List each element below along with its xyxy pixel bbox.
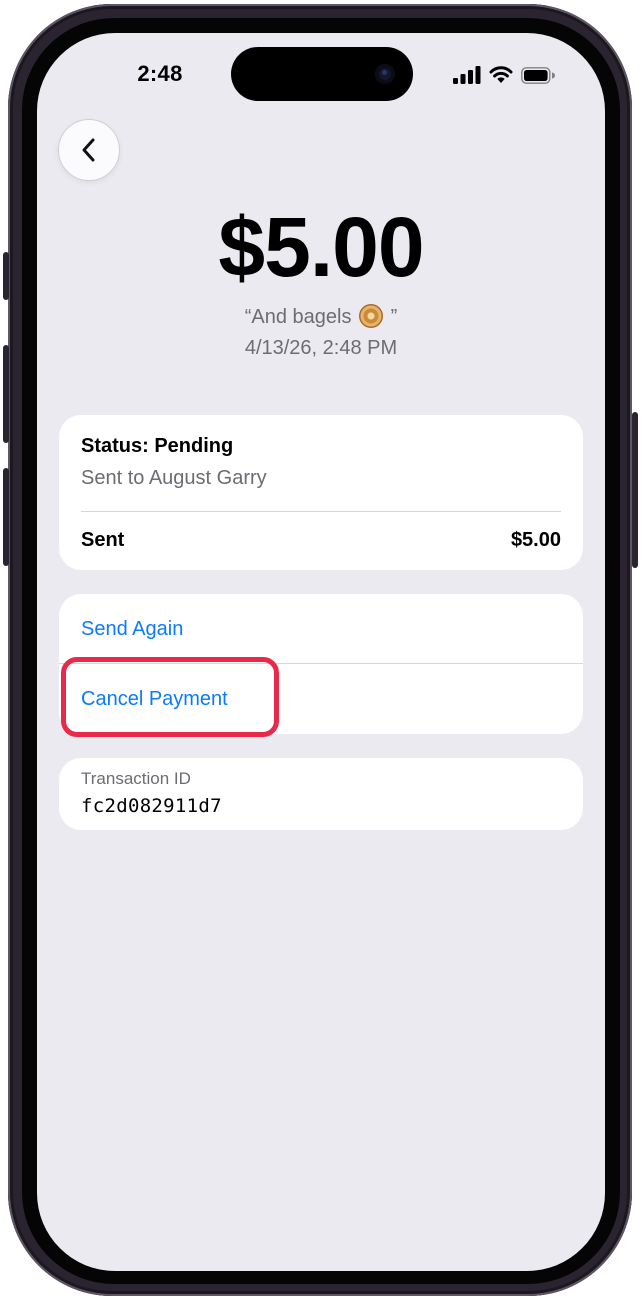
memo-text: “And bagels	[244, 306, 352, 328]
back-button[interactable]	[58, 119, 120, 181]
battery-icon	[521, 66, 555, 84]
chevron-left-icon	[82, 138, 95, 162]
status-title: Status: Pending	[81, 435, 234, 457]
wifi-icon	[489, 66, 513, 83]
status-icons	[453, 66, 555, 84]
front-camera	[375, 64, 395, 84]
memo-close-quote: ”	[390, 306, 398, 328]
power-button	[632, 412, 638, 568]
volume-up-button	[3, 345, 9, 443]
payment-date: 4/13/26, 2:48 PM	[244, 337, 398, 359]
status-time: 2:48	[137, 61, 183, 86]
screen: 2:48 $5.00 “And bagels ” 4/13/26, 2:48 P…	[37, 33, 605, 1271]
payment-amount: $5.00	[218, 200, 424, 294]
cellular-signal-icon	[453, 66, 481, 84]
transaction-card: Transaction ID fc2d082911d7	[59, 758, 583, 830]
volume-down-button	[3, 468, 9, 566]
sent-amount: $5.00	[510, 529, 561, 551]
cancel-payment-highlight	[61, 657, 279, 737]
transaction-id-value: fc2d082911d7	[81, 795, 222, 817]
sent-label: Sent	[81, 529, 125, 551]
bagel-emoji-icon	[359, 304, 384, 328]
dynamic-island	[231, 47, 413, 101]
status-recipient: Sent to August Garry	[81, 467, 267, 489]
payment-memo: “And bagels ”	[37, 304, 605, 329]
transaction-id-label: Transaction ID	[81, 769, 191, 788]
status-divider	[81, 511, 561, 512]
send-again-button[interactable]: Send Again	[81, 618, 183, 641]
status-card: Status: Pending Sent to August Garry Sen…	[59, 415, 583, 570]
action-button	[3, 252, 9, 300]
